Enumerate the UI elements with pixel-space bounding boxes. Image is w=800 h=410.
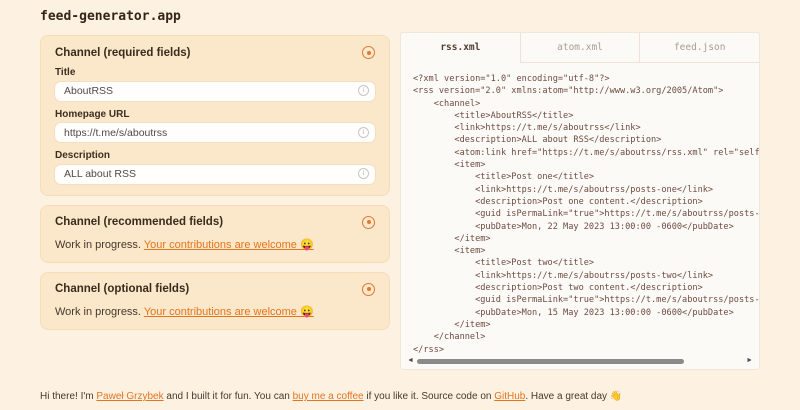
help-icon[interactable]	[362, 283, 375, 296]
code-line: <pubDate>Mon, 22 May 2023 13:00:00 -0600…	[413, 221, 759, 233]
code-line: <description>Post two content.</descript…	[413, 282, 759, 294]
recommended-wip-text: Work in progress. Your contributions are…	[55, 238, 375, 251]
code-output: <?xml version="1.0" encoding="utf-8"?> <…	[401, 63, 759, 353]
panel-required-header: Channel (required fields)	[55, 46, 375, 59]
code-line: <pubDate>Mon, 15 May 2023 13:00:00 -0600…	[413, 307, 759, 319]
scroll-right-icon[interactable]: ►	[746, 356, 753, 366]
code-line: </item>	[413, 233, 759, 245]
code-line: </rss>	[413, 344, 759, 353]
code-line: <channel>	[413, 98, 759, 110]
panel-recommended-header: Channel (recommended fields)	[55, 216, 375, 229]
scroll-left-icon[interactable]: ◄	[407, 356, 414, 366]
buy-coffee-link[interactable]: buy me a coffee	[293, 391, 364, 402]
panel-optional-header: Channel (optional fields)	[55, 283, 375, 296]
help-icon[interactable]	[362, 46, 375, 59]
footer-middle2: if you like it. Source code on	[364, 391, 495, 402]
panel-optional-title: Channel (optional fields)	[55, 283, 189, 295]
panel-required-title: Channel (required fields)	[55, 47, 190, 59]
code-line: <?xml version="1.0" encoding="utf-8"?>	[413, 73, 759, 85]
footer-middle1: and I built it for fun. You can	[164, 391, 293, 402]
footer: Hi there! I'm Paweł Grzybek and I built …	[40, 391, 622, 402]
code-line: <link>https://t.me/s/aboutrss/posts-two<…	[413, 270, 759, 282]
code-line: <guid isPermaLink="true">https://t.me/s/…	[413, 294, 759, 306]
scrollbar-track[interactable]	[417, 356, 743, 366]
contributions-link[interactable]: Your contributions are welcome 😛	[144, 239, 314, 251]
code-line: <atom:link href="https://t.me/s/aboutrss…	[413, 147, 759, 159]
horizontal-scrollbar[interactable]: ◄ ►	[407, 356, 753, 366]
github-link[interactable]: GitHub	[494, 391, 525, 402]
code-line: <link>https://t.me/s/aboutrss/posts-one<…	[413, 184, 759, 196]
optional-wip-text: Work in progress. Your contributions are…	[55, 305, 375, 318]
form-column: Channel (required fields) Title i Homepa…	[40, 35, 390, 339]
code-line: <title>AboutRSS</title>	[413, 110, 759, 122]
field-title-label: Title	[55, 67, 375, 78]
code-line: <description>Post one content.</descript…	[413, 196, 759, 208]
tab-atom-xml[interactable]: atom.xml	[520, 33, 640, 63]
description-input[interactable]	[55, 165, 375, 184]
tab-feed-json[interactable]: feed.json	[639, 33, 759, 63]
code-line: </item>	[413, 319, 759, 331]
code-line: <item>	[413, 245, 759, 257]
author-link[interactable]: Paweł Grzybek	[96, 391, 163, 402]
info-icon[interactable]: i	[358, 127, 369, 138]
code-line: <item>	[413, 159, 759, 171]
title-input[interactable]	[55, 82, 375, 101]
homepage-url-input[interactable]	[55, 123, 375, 142]
footer-intro: Hi there! I'm	[40, 391, 96, 402]
field-description-label: Description	[55, 150, 375, 161]
field-homepage-url-label: Homepage URL	[55, 109, 375, 120]
panel-required-fields: Channel (required fields) Title i Homepa…	[40, 35, 390, 196]
field-description: Description i	[55, 150, 375, 184]
wip-label: Work in progress.	[55, 239, 144, 251]
footer-outro: . Have a great day 👋	[525, 391, 622, 402]
code-line: <description>ALL about RSS</description>	[413, 134, 759, 146]
panel-optional-fields: Channel (optional fields) Work in progre…	[40, 272, 390, 330]
field-title: Title i	[55, 67, 375, 101]
help-icon[interactable]	[362, 216, 375, 229]
panel-recommended-fields: Channel (recommended fields) Work in pro…	[40, 205, 390, 263]
scrollbar-thumb[interactable]	[417, 359, 684, 364]
code-line: <title>Post two</title>	[413, 257, 759, 269]
code-line: <title>Post one</title>	[413, 171, 759, 183]
output-tab-bar: rss.xml atom.xml feed.json	[401, 33, 759, 63]
output-panel: rss.xml atom.xml feed.json <?xml version…	[400, 32, 760, 370]
field-homepage-url: Homepage URL i	[55, 109, 375, 143]
code-line: </channel>	[413, 331, 759, 343]
panel-recommended-title: Channel (recommended fields)	[55, 216, 223, 228]
code-line: <link>https://t.me/s/aboutrss</link>	[413, 122, 759, 134]
page-title: feed-generator.app	[40, 9, 181, 24]
tab-rss-xml[interactable]: rss.xml	[401, 33, 520, 63]
contributions-link[interactable]: Your contributions are welcome 😛	[144, 306, 314, 318]
code-line: <rss version="2.0" xmlns:atom="http://ww…	[413, 85, 759, 97]
code-line: <guid isPermaLink="true">https://t.me/s/…	[413, 208, 759, 220]
wip-label: Work in progress.	[55, 306, 144, 318]
